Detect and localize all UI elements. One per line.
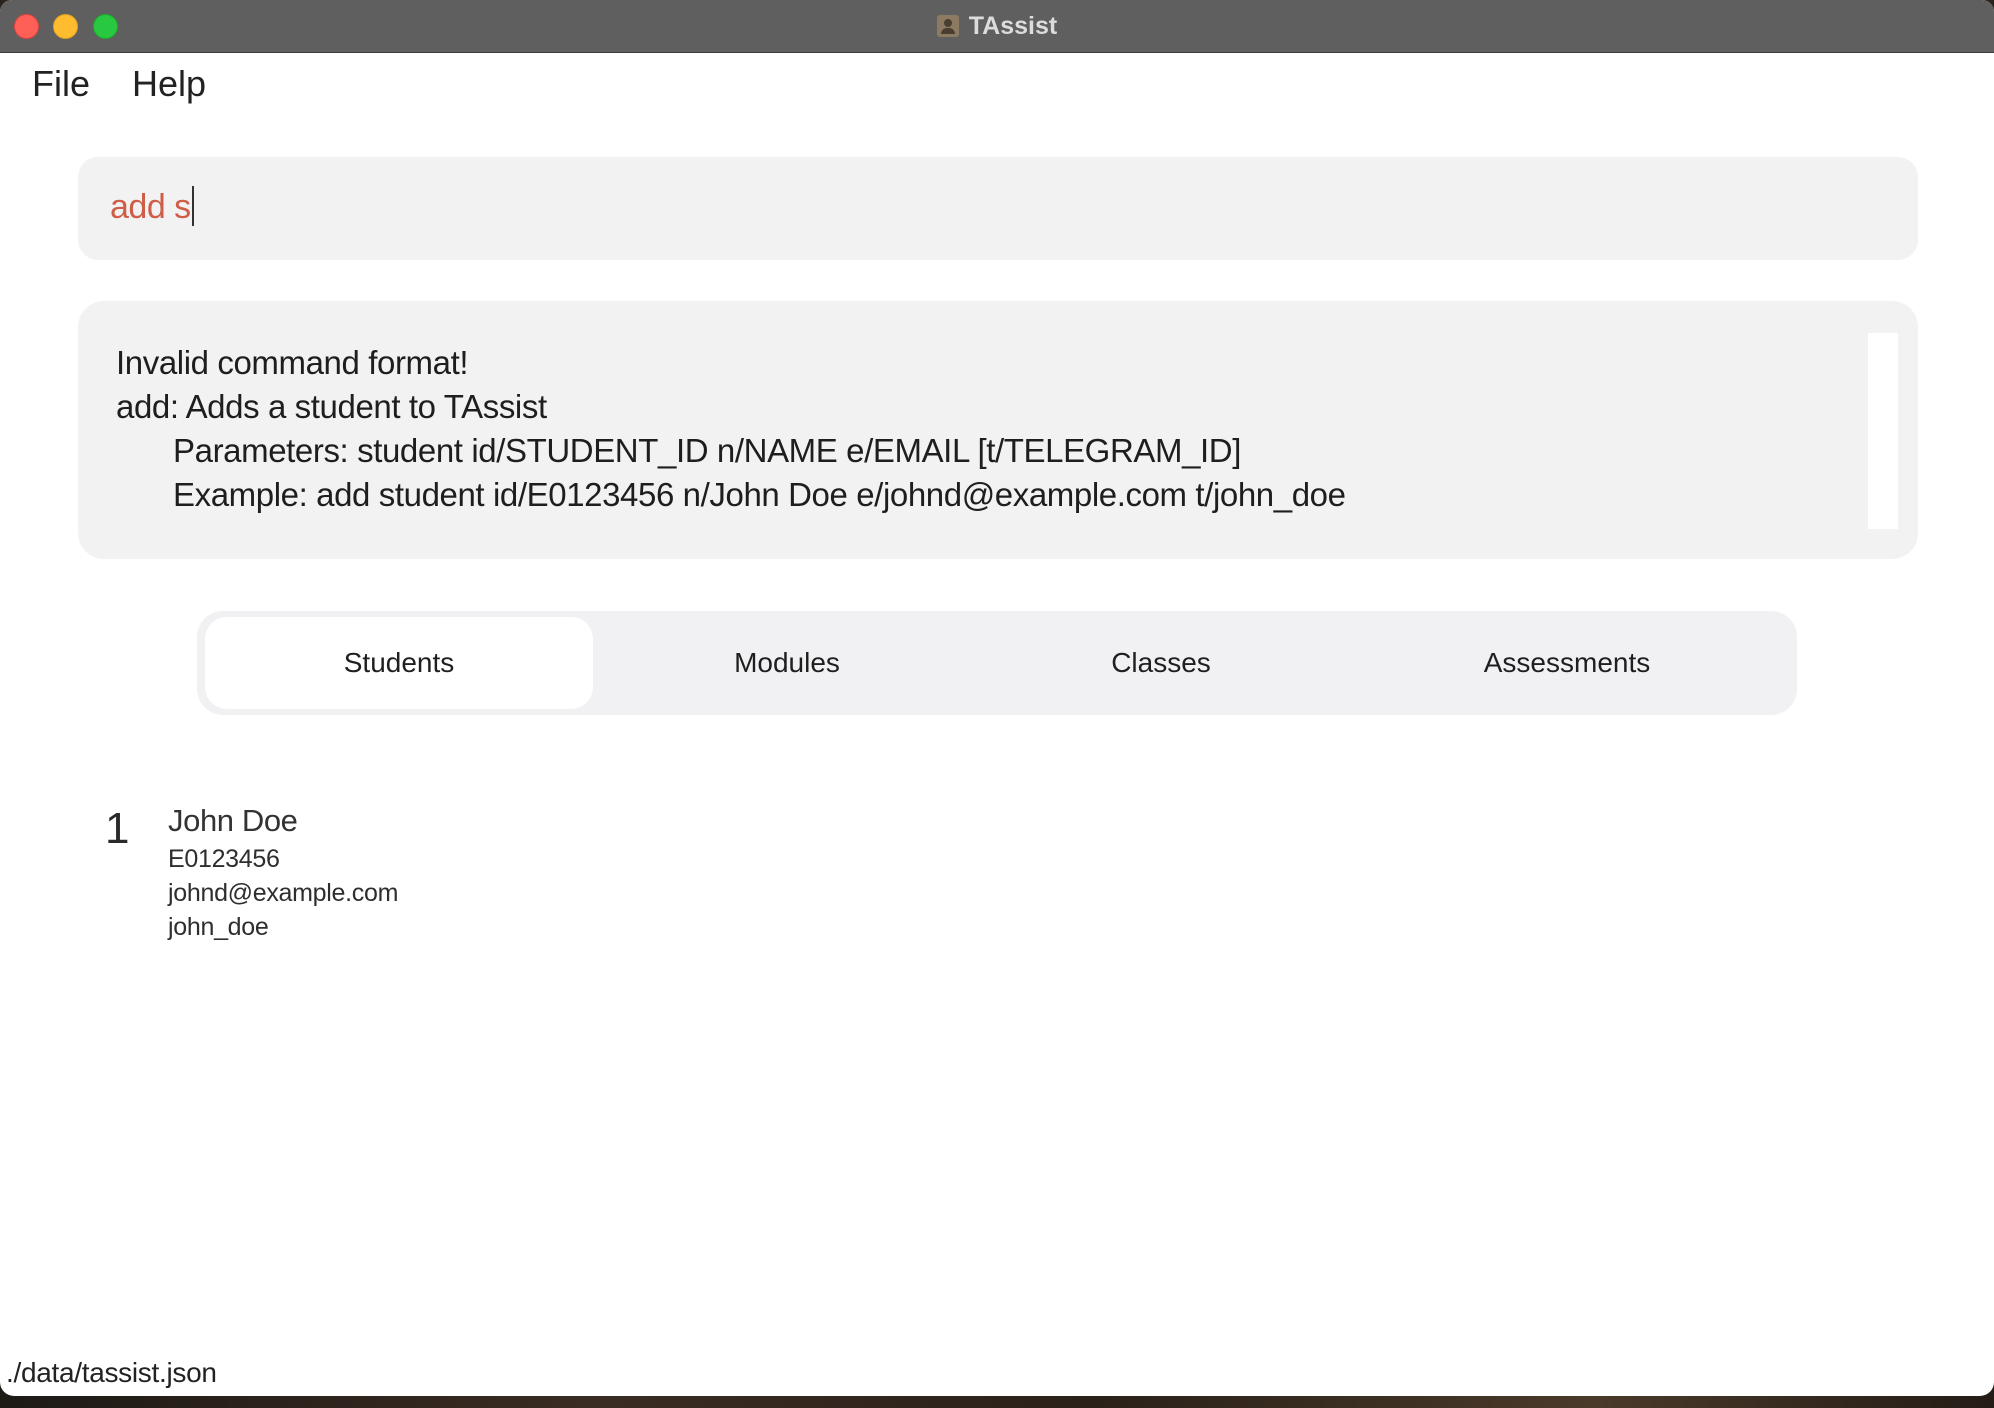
tab-classes[interactable]: Classes [981, 617, 1341, 709]
command-value: add s [110, 187, 191, 226]
data-file-path: ./data/tassist.json [6, 1357, 217, 1388]
result-line-example: Example: add student id/E0123456 n/John … [173, 476, 1346, 513]
title-container: TAssist [0, 0, 1994, 52]
command-input[interactable]: add s [78, 157, 1918, 260]
student-list: 1 John Doe E0123456 johnd@example.com jo… [105, 800, 905, 950]
student-details: John Doe E0123456 johnd@example.com john… [168, 800, 398, 944]
command-input-text[interactable]: add s [110, 186, 194, 229]
menu-help[interactable]: Help [132, 63, 206, 105]
result-message: Invalid command format! add: Adds a stud… [116, 341, 1346, 517]
list-item[interactable]: 1 John Doe E0123456 johnd@example.com jo… [105, 800, 905, 950]
text-caret [191, 186, 194, 226]
menu-bar: File Help [0, 53, 1994, 115]
student-email: johnd@example.com [168, 879, 399, 907]
title-bar[interactable]: TAssist [0, 0, 1994, 53]
result-display: Invalid command format! add: Adds a stud… [78, 301, 1918, 559]
result-line-error: Invalid command format! [116, 344, 469, 381]
student-id: E0123456 [168, 845, 280, 873]
window-title: TAssist [968, 11, 1058, 40]
student-name: John Doe [168, 803, 298, 838]
result-line-parameters: Parameters: student id/STUDENT_ID n/NAME… [173, 432, 1242, 469]
tab-bar: Students Modules Classes Assessments [197, 611, 1797, 715]
app-icon [936, 15, 959, 37]
menu-file[interactable]: File [32, 63, 90, 105]
tab-assessments[interactable]: Assessments [1347, 617, 1787, 709]
tab-modules[interactable]: Modules [599, 617, 975, 709]
app-window: TAssist File Help add s Invalid command … [0, 0, 1994, 1396]
result-scrollbar[interactable] [1868, 333, 1898, 529]
student-telegram: john_doe [168, 913, 269, 941]
result-line-usage: add: Adds a student to TAssist [116, 388, 547, 425]
tab-students[interactable]: Students [205, 617, 593, 709]
student-index: 1 [105, 804, 130, 853]
status-bar: ./data/tassist.json [0, 1350, 1994, 1396]
